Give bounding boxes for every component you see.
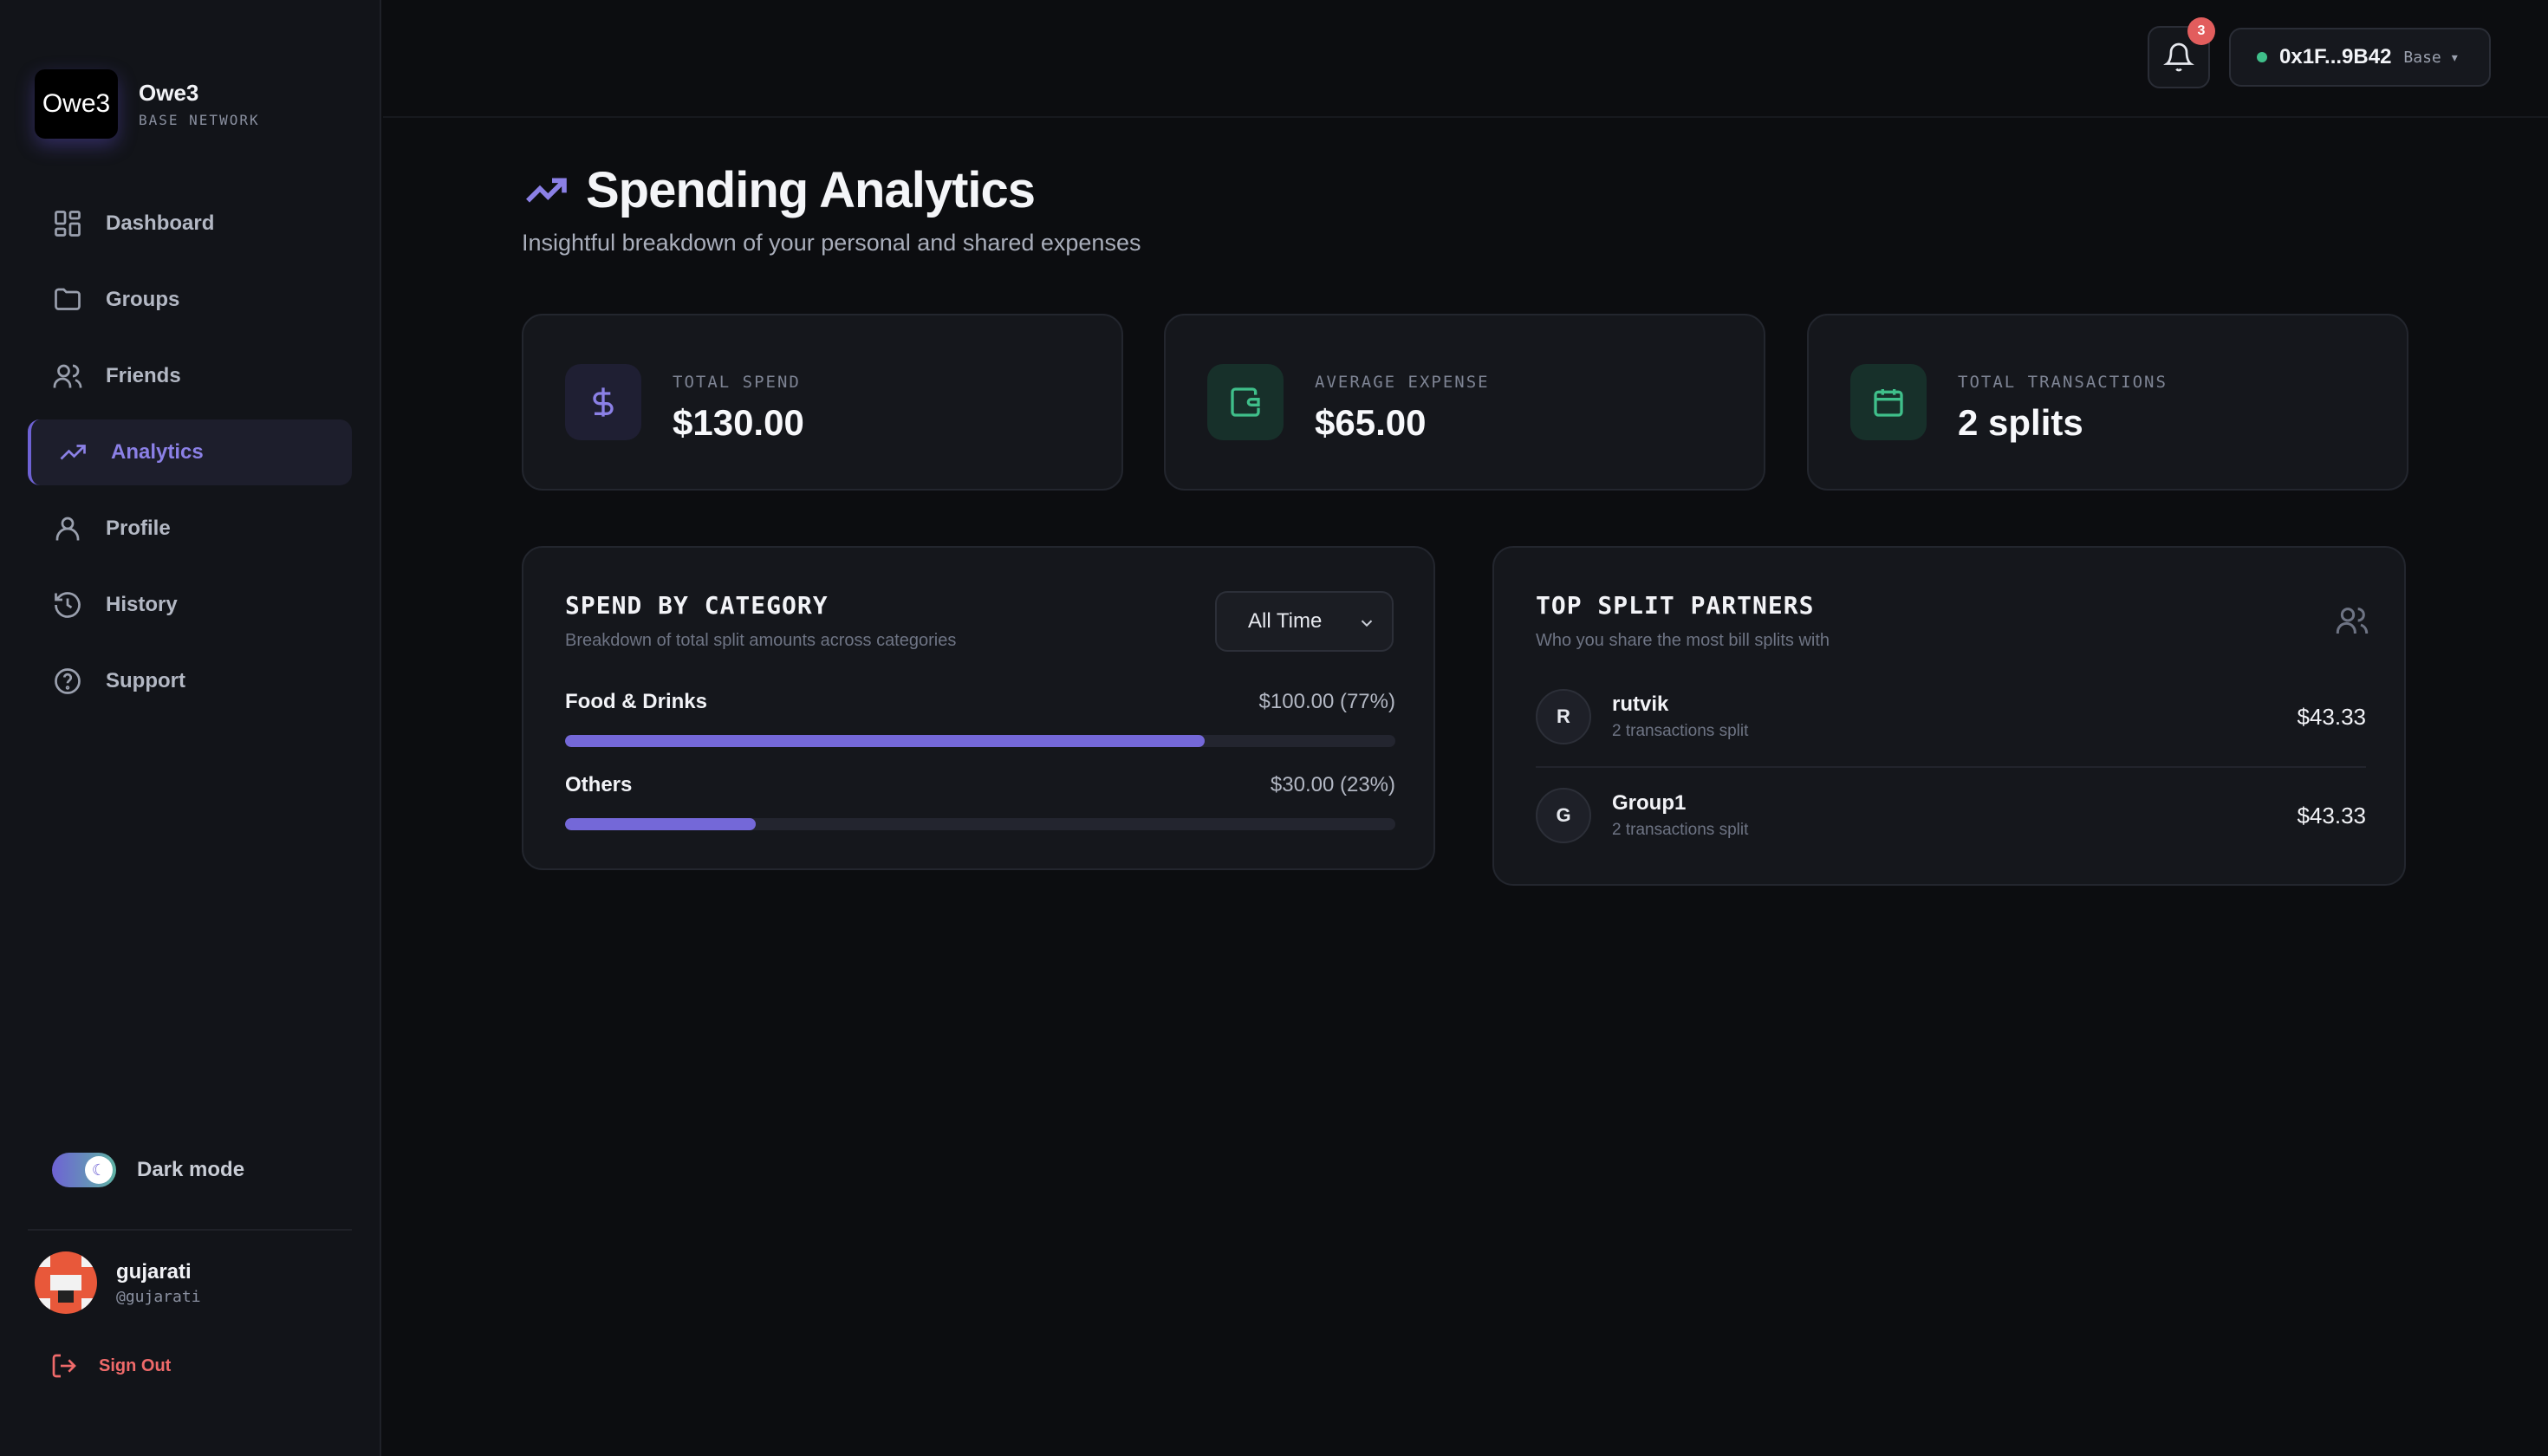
stat-card-total-transactions: TOTAL TRANSACTIONS 2 splits bbox=[1807, 314, 2408, 491]
dollar-icon bbox=[565, 364, 641, 440]
user-icon bbox=[55, 517, 80, 541]
bell-icon bbox=[2163, 42, 2194, 72]
sidebar-item-friends[interactable]: Friends bbox=[28, 343, 352, 409]
sidebar-item-history[interactable]: History bbox=[28, 572, 352, 638]
select-value: All Time bbox=[1248, 609, 1323, 633]
trending-up-icon bbox=[526, 178, 567, 203]
category-row: Food & Drinks $100.00 (77%) bbox=[565, 690, 1395, 747]
brand-logo: Owe3 bbox=[35, 69, 118, 139]
sidebar-item-label: Analytics bbox=[111, 440, 204, 464]
category-bar-track bbox=[565, 735, 1395, 747]
category-bar-track bbox=[565, 818, 1395, 830]
category-amount: $100.00 (77%) bbox=[1258, 690, 1395, 713]
moon-icon: ☾ bbox=[85, 1156, 113, 1184]
panel-title: SPEND BY CATEGORY bbox=[565, 591, 829, 620]
sidebar-item-groups[interactable]: Groups bbox=[28, 267, 352, 333]
grid-icon bbox=[55, 211, 81, 237]
calendar-icon bbox=[1850, 364, 1927, 440]
spend-by-category-panel: SPEND BY CATEGORY Breakdown of total spl… bbox=[522, 546, 1435, 870]
sign-out-button[interactable]: Sign Out bbox=[50, 1352, 171, 1380]
wallet-network: Base bbox=[2403, 48, 2441, 67]
chevron-down-icon bbox=[1361, 620, 1373, 627]
users-icon bbox=[53, 364, 82, 388]
dark-mode-label: Dark mode bbox=[137, 1158, 245, 1181]
stat-value: $130.00 bbox=[673, 402, 804, 443]
status-dot-icon bbox=[2257, 52, 2267, 62]
logout-icon bbox=[52, 1354, 76, 1378]
user-profile[interactable]: gujarati @gujarati bbox=[35, 1251, 201, 1314]
stat-card-average-expense: AVERAGE EXPENSE $65.00 bbox=[1164, 314, 1765, 491]
partner-avatar: R bbox=[1536, 689, 1591, 744]
sidebar-item-label: Support bbox=[106, 669, 185, 692]
page-title: Spending Analytics bbox=[586, 162, 1036, 218]
chevron-down-icon: ▾ bbox=[2451, 49, 2458, 64]
time-range-select[interactable]: All Time bbox=[1215, 591, 1394, 652]
category-bar-fill bbox=[565, 818, 757, 830]
partner-amount: $43.33 bbox=[2297, 703, 2366, 730]
brand-network: BASE NETWORK bbox=[139, 112, 260, 128]
page-subtitle: Insightful breakdown of your personal an… bbox=[522, 230, 1141, 256]
category-name: Food & Drinks bbox=[565, 690, 708, 713]
sidebar-item-dashboard[interactable]: Dashboard bbox=[28, 191, 352, 257]
stat-label: TOTAL SPEND bbox=[673, 373, 801, 392]
panel-title: TOP SPLIT PARTNERS bbox=[1536, 591, 1815, 620]
sidebar: Owe3 Owe3 BASE NETWORK Dashboard Groups … bbox=[0, 0, 381, 1456]
wallet-button[interactable]: 0x1F...9B42 Base ▾ bbox=[2229, 28, 2491, 87]
sidebar-item-label: Friends bbox=[106, 364, 181, 387]
history-icon bbox=[55, 592, 81, 618]
partner-name: rutvik bbox=[1612, 692, 1669, 716]
sidebar-item-profile[interactable]: Profile bbox=[28, 496, 352, 562]
stat-value: $65.00 bbox=[1315, 402, 1427, 443]
sidebar-divider bbox=[28, 1229, 352, 1231]
sidebar-item-label: History bbox=[106, 593, 178, 616]
page-header: Spending Analytics Insightful breakdown … bbox=[522, 161, 1141, 257]
stat-card-total-spend: TOTAL SPEND $130.00 bbox=[522, 314, 1123, 491]
list-item[interactable]: R rutvik 2 transactions split $43.33 bbox=[1536, 678, 2366, 756]
partner-meta: 2 transactions split bbox=[1612, 722, 1749, 740]
notification-badge: 3 bbox=[2187, 17, 2215, 45]
panel-subtitle: Breakdown of total split amounts across … bbox=[565, 631, 957, 650]
sidebar-item-label: Profile bbox=[106, 517, 171, 540]
partner-name: Group1 bbox=[1612, 791, 1687, 815]
help-circle-icon bbox=[55, 668, 81, 694]
stat-label: AVERAGE EXPENSE bbox=[1315, 373, 1490, 392]
dark-mode-toggle[interactable]: ☾ Dark mode bbox=[52, 1153, 244, 1187]
folder-icon bbox=[55, 288, 81, 310]
avatar bbox=[35, 1251, 97, 1314]
partner-avatar: G bbox=[1536, 788, 1591, 843]
partner-meta: 2 transactions split bbox=[1612, 821, 1749, 839]
brand[interactable]: Owe3 Owe3 BASE NETWORK bbox=[35, 69, 260, 139]
brand-name: Owe3 bbox=[139, 80, 199, 106]
users-icon bbox=[2336, 608, 2369, 634]
list-item[interactable]: G Group1 2 transactions split $43.33 bbox=[1536, 777, 2366, 855]
stat-value: 2 splits bbox=[1958, 402, 2083, 443]
partner-divider bbox=[1536, 766, 2366, 768]
partner-amount: $43.33 bbox=[2297, 802, 2366, 829]
stat-label: TOTAL TRANSACTIONS bbox=[1958, 373, 2168, 392]
wallet-icon bbox=[1207, 364, 1284, 440]
sidebar-item-analytics[interactable]: Analytics bbox=[28, 419, 352, 485]
category-amount: $30.00 (23%) bbox=[1270, 773, 1395, 796]
trending-up-icon bbox=[60, 445, 86, 460]
category-row: Others $30.00 (23%) bbox=[565, 773, 1395, 830]
category-name: Others bbox=[565, 773, 633, 796]
toggle-track[interactable]: ☾ bbox=[52, 1153, 116, 1187]
topbar bbox=[383, 0, 2548, 118]
sidebar-item-label: Dashboard bbox=[106, 211, 215, 235]
sidebar-item-support[interactable]: Support bbox=[28, 648, 352, 714]
wallet-address: 0x1F...9B42 bbox=[2279, 45, 2392, 68]
category-bar-fill bbox=[565, 735, 1205, 747]
user-name: gujarati bbox=[116, 1259, 192, 1284]
sidebar-nav: Dashboard Groups Friends Analytics Profi… bbox=[28, 191, 352, 725]
sign-out-label: Sign Out bbox=[99, 1355, 172, 1375]
user-handle: @gujarati bbox=[116, 1287, 201, 1306]
sidebar-item-label: Groups bbox=[106, 288, 180, 311]
top-split-partners-panel: TOP SPLIT PARTNERS Who you share the mos… bbox=[1492, 546, 2406, 886]
panel-subtitle: Who you share the most bill splits with bbox=[1536, 631, 1830, 650]
